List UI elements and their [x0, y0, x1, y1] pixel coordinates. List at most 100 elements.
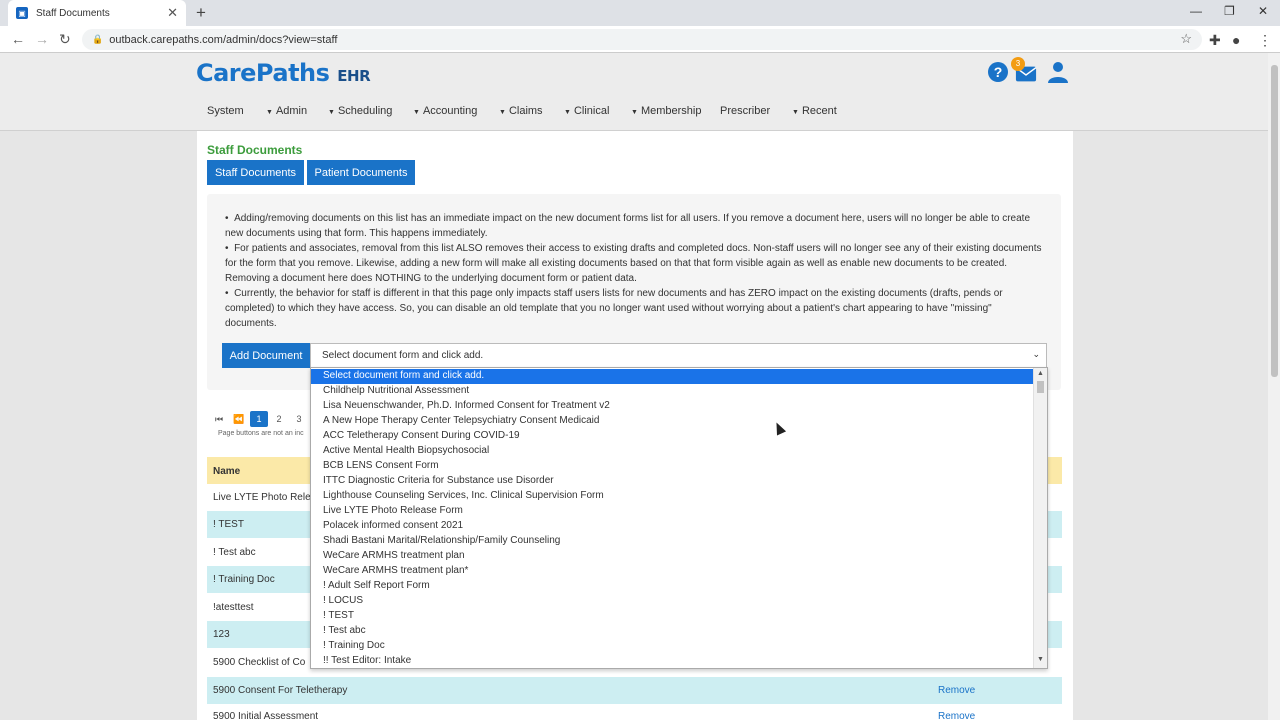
info-bullet: • Currently, the behavior for staff is d…: [225, 288, 1003, 329]
reload-icon[interactable]: ↻: [59, 31, 71, 48]
scroll-up-icon[interactable]: ▲: [1037, 370, 1044, 377]
row-name[interactable]: ! TEST: [213, 519, 244, 530]
dropdown-option[interactable]: Lisa Neuenschwander, Ph.D. Informed Cons…: [311, 399, 1033, 414]
dropdown-option[interactable]: WeCare ARMHS treatment plan*: [311, 564, 1033, 579]
dropdown-option[interactable]: ! TEST: [311, 609, 1033, 624]
caret-down-icon: ▼: [631, 109, 638, 116]
first-page-icon[interactable]: ⏮: [210, 411, 228, 427]
patient-documents-tab[interactable]: Patient Documents: [307, 160, 415, 185]
address-bar: ← → ↻ 🔒 outback.carepaths.com/admin/docs…: [0, 26, 1280, 53]
dropdown-option[interactable]: Live LYTE Photo Release Form: [311, 504, 1033, 519]
restore-icon[interactable]: ❐: [1224, 4, 1235, 18]
close-window-icon[interactable]: ✕: [1258, 4, 1268, 18]
extensions-icon[interactable]: ✚: [1209, 32, 1221, 49]
menu-recent-label: Recent: [801, 105, 837, 117]
dropdown-option[interactable]: Lighthouse Counseling Services, Inc. Cli…: [311, 489, 1033, 504]
row-name[interactable]: 5900 Checklist of Co: [213, 657, 305, 668]
svg-text:?: ?: [994, 64, 1003, 80]
menu-clinical[interactable]: ▼ Clinical: [564, 105, 609, 117]
dropdown-scrollbar[interactable]: ▲ ▼: [1033, 368, 1047, 668]
info-bullet-text: Currently, the behavior for staff is dif…: [225, 288, 1003, 329]
caret-down-icon: ▼: [499, 109, 506, 116]
row-name[interactable]: !atesttest: [213, 602, 254, 613]
dropdown-option[interactable]: Select document form and click add.: [311, 369, 1033, 384]
logo-text: CarePaths: [196, 59, 330, 87]
help-icon[interactable]: ?: [987, 61, 1009, 83]
pager-note: Page buttons are not an inc: [218, 430, 304, 437]
dropdown-option[interactable]: A New Hope Therapy Center Telepsychiatry…: [311, 414, 1033, 429]
add-document-button[interactable]: Add Document: [222, 343, 310, 368]
row-name[interactable]: 5900 Initial Assessment: [213, 711, 318, 720]
browser-tabstrip: ▣ Staff Documents ✕ + — ❐ ✕: [0, 0, 1280, 26]
pagination: ⏮ ⏪ 1 2 3: [210, 411, 310, 427]
page-button[interactable]: 3: [290, 411, 308, 427]
menu-claims-label: Claims: [508, 105, 543, 117]
forward-arrow-icon[interactable]: →: [35, 31, 49, 47]
new-tab-icon[interactable]: +: [196, 3, 206, 23]
dropdown-option[interactable]: ! Adult Self Report Form: [311, 579, 1033, 594]
dropdown-option[interactable]: ACC Teletherapy Consent During COVID-19: [311, 429, 1033, 444]
row-name[interactable]: 123: [213, 629, 230, 640]
page-button[interactable]: 1: [250, 411, 268, 427]
caret-down-icon: ▼: [564, 109, 571, 116]
menu-system[interactable]: System: [207, 105, 244, 117]
prev-page-icon[interactable]: ⏪: [230, 411, 248, 427]
close-tab-icon[interactable]: ✕: [167, 5, 178, 21]
dropdown-option[interactable]: ! Test abc: [311, 624, 1033, 639]
menu-membership-label: Membership: [640, 105, 702, 117]
menu-scheduling[interactable]: ▼ Scheduling: [328, 105, 392, 117]
menu-membership[interactable]: ▼ Membership: [631, 105, 701, 117]
caret-down-icon: ▼: [266, 109, 273, 116]
tab-title: Staff Documents: [36, 7, 110, 19]
caret-down-icon: ▼: [413, 109, 420, 116]
minimize-icon[interactable]: —: [1190, 4, 1202, 18]
dropdown-option[interactable]: Shadi Bastani Marital/Relationship/Famil…: [311, 534, 1033, 549]
remove-link[interactable]: Remove: [938, 685, 975, 696]
dropdown-option[interactable]: Active Mental Health Biopsychosocial: [311, 444, 1033, 459]
dropdown-option[interactable]: WeCare ARMHS treatment plan: [311, 549, 1033, 564]
caret-down-icon: ▼: [328, 109, 335, 116]
info-box: • Adding/removing documents on this list…: [207, 194, 1061, 390]
staff-documents-tab[interactable]: Staff Documents: [207, 160, 304, 185]
url-text: outback.carepaths.com/admin/docs?view=st…: [109, 33, 338, 46]
profile-icon[interactable]: ●: [1232, 32, 1240, 48]
menu-clinical-label: Clinical: [573, 105, 610, 117]
dropdown-option[interactable]: ! LOCUS: [311, 594, 1033, 609]
menu-accounting[interactable]: ▼ Accounting: [413, 105, 477, 117]
page-scroll-thumb[interactable]: [1271, 65, 1278, 377]
row-name[interactable]: ! Test abc: [213, 547, 256, 558]
menu-admin[interactable]: ▼ Admin: [266, 105, 307, 117]
menu-prescriber[interactable]: Prescriber: [720, 105, 770, 117]
table-row: 5900 Consent For Teletherapy Remove: [207, 677, 1062, 704]
page-button[interactable]: 2: [270, 411, 288, 427]
menu-accounting-label: Accounting: [422, 105, 478, 117]
carepaths-logo[interactable]: CarePaths EHR: [196, 59, 371, 87]
dropdown-option[interactable]: BCB LENS Consent Form: [311, 459, 1033, 474]
remove-link[interactable]: Remove: [938, 711, 975, 720]
dropdown-option[interactable]: ! Training Doc: [311, 639, 1033, 654]
row-name[interactable]: ! Training Doc: [213, 574, 275, 585]
scroll-down-icon[interactable]: ▼: [1037, 656, 1044, 663]
row-name[interactable]: Live LYTE Photo Rele: [213, 492, 311, 503]
dropdown-scroll-thumb[interactable]: [1037, 381, 1044, 393]
logo-sub-text: EHR: [337, 67, 371, 85]
menu-claims[interactable]: ▼ Claims: [499, 105, 543, 117]
carepaths-favicon-icon: ▣: [16, 7, 28, 19]
url-field[interactable]: 🔒 outback.carepaths.com/admin/docs?view=…: [82, 29, 1202, 50]
table-row: 5900 Initial Assessment Remove: [207, 705, 1062, 720]
menu-recent[interactable]: ▼ Recent: [792, 105, 837, 117]
browser-tab[interactable]: ▣ Staff Documents ✕: [8, 0, 186, 26]
back-arrow-icon[interactable]: ←: [11, 31, 25, 47]
bookmark-star-icon[interactable]: ☆: [1180, 31, 1192, 47]
dropdown-option[interactable]: Childhelp Nutritional Assessment: [311, 384, 1033, 399]
page-scrollbar[interactable]: [1268, 53, 1280, 720]
document-form-select[interactable]: Select document form and click add. ⌄: [310, 343, 1047, 368]
info-bullet-text: For patients and associates, removal fro…: [225, 243, 1042, 284]
dropdown-option[interactable]: Polacek informed consent 2021: [311, 519, 1033, 534]
user-icon[interactable]: [1047, 61, 1069, 83]
dropdown-option[interactable]: ITTC Diagnostic Criteria for Substance u…: [311, 474, 1033, 489]
row-name[interactable]: 5900 Consent For Teletherapy: [213, 685, 347, 696]
app-header: CarePaths EHR ?: [0, 53, 1268, 91]
dropdown-option[interactable]: !! Test Editor: Intake: [311, 654, 1033, 668]
browser-menu-icon[interactable]: ⋮: [1258, 32, 1272, 49]
